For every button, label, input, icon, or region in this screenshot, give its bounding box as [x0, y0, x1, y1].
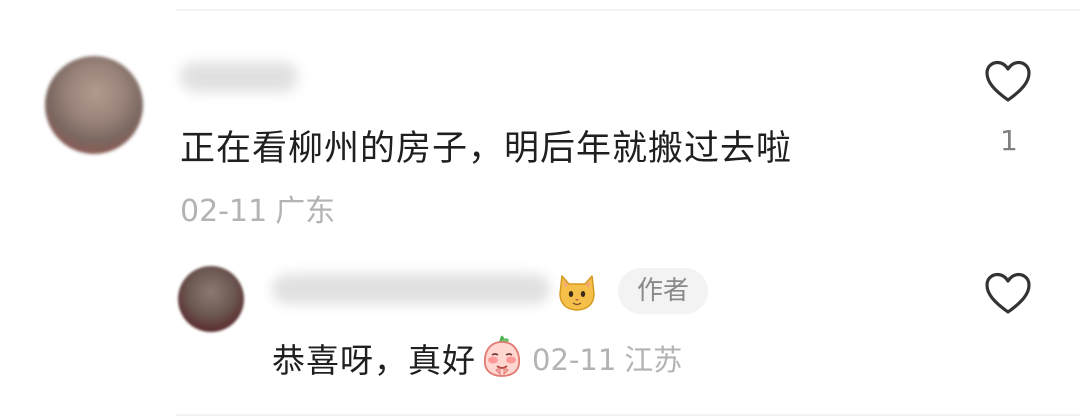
author-badge: 作者 [618, 268, 708, 314]
top-divider [176, 9, 1080, 11]
like-count: 1 [1000, 124, 1018, 157]
reply-meta: 02-11 江苏 [532, 337, 682, 379]
blushing-peach-sticker [480, 334, 524, 382]
commenter-avatar[interactable] [45, 56, 143, 154]
reply-date: 02-11 [532, 343, 617, 377]
heart-outline-icon[interactable] [984, 60, 1032, 104]
author-name-blurred[interactable] [272, 274, 550, 304]
comment-location: 广东 [275, 194, 336, 229]
bottom-divider [176, 414, 1080, 416]
comment-meta: 02-11 广东 [180, 186, 335, 230]
cat-face-icon [556, 270, 598, 316]
heart-outline-icon[interactable] [984, 272, 1032, 316]
reply-text[interactable]: 恭喜呀，真好 [272, 334, 476, 382]
reply-line: 恭喜呀，真好 02-11 江苏 [272, 334, 682, 382]
comment-date: 02-11 [180, 194, 268, 229]
comment-text[interactable]: 正在看柳州的房子，明后年就搬过去啦 [180, 120, 792, 171]
commenter-name-blurred[interactable] [180, 62, 298, 92]
author-avatar[interactable] [178, 266, 244, 332]
reply-location: 江苏 [624, 343, 683, 377]
